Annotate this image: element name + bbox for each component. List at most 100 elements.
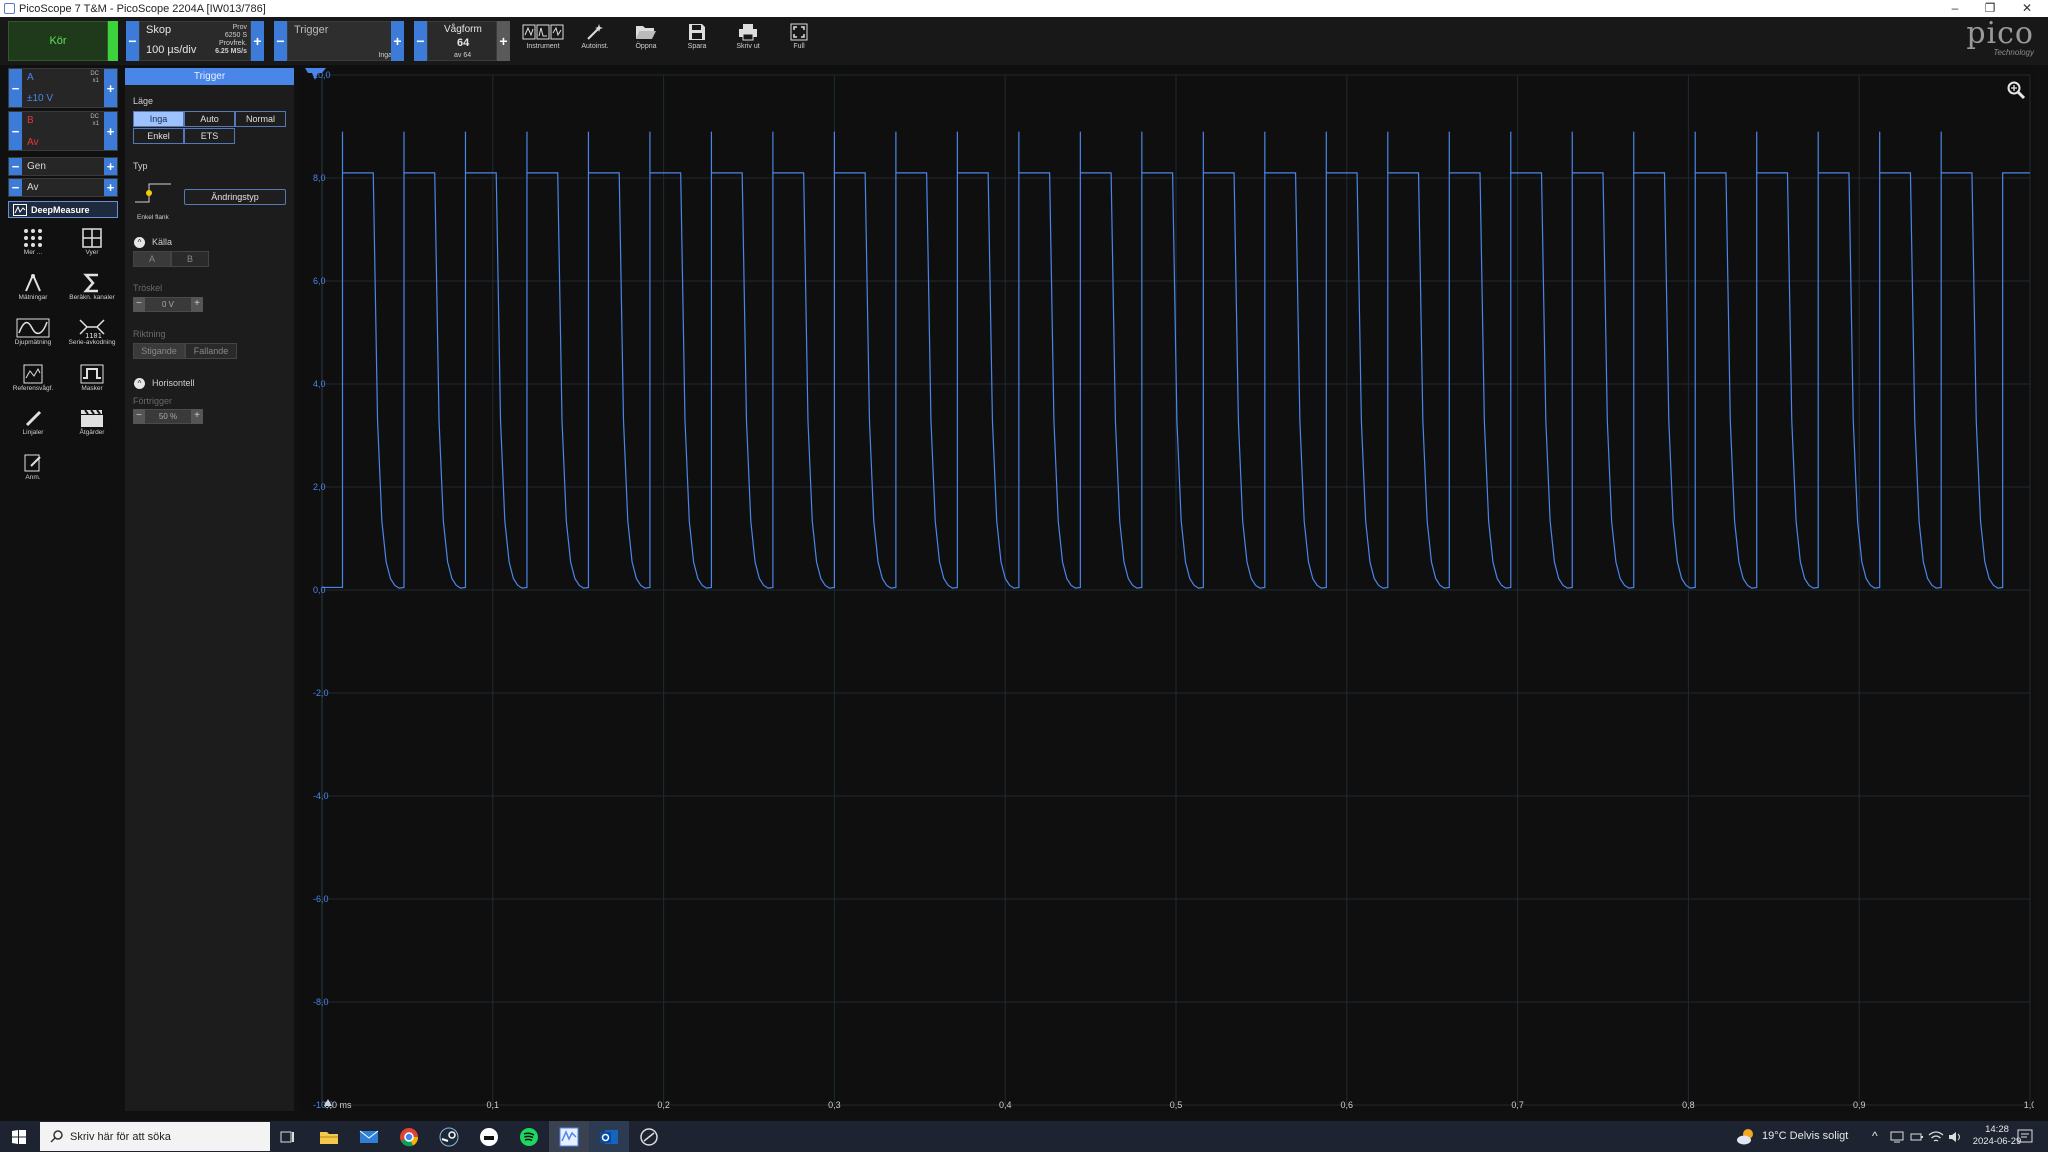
- masks-label: Masker: [81, 385, 103, 392]
- run-button[interactable]: Kör: [8, 21, 108, 61]
- notifications-icon[interactable]: [2016, 1128, 2034, 1146]
- direction-falling-button[interactable]: Fallande: [185, 343, 237, 359]
- channel-a-decrease-button[interactable]: −: [9, 69, 22, 107]
- game-controller-icon[interactable]: [469, 1121, 509, 1152]
- app-icon-extra[interactable]: [629, 1121, 669, 1152]
- mode-none-button[interactable]: Inga: [133, 111, 184, 127]
- steam-icon[interactable]: [429, 1121, 469, 1152]
- generator-increase-button[interactable]: +: [104, 158, 117, 175]
- instrument-label: Instrument: [526, 43, 560, 50]
- picoscope-taskbar-icon[interactable]: [549, 1121, 589, 1152]
- threshold-increase-button[interactable]: +: [191, 297, 203, 312]
- views-tool[interactable]: Vyer: [64, 228, 120, 270]
- weather-text[interactable]: 19°C Delvis soligt: [1762, 1121, 1848, 1152]
- battery-icon[interactable]: [1910, 1131, 1924, 1143]
- channel-a-increase-button[interactable]: +: [104, 69, 117, 107]
- save-tool[interactable]: Spara: [674, 21, 720, 61]
- print-tool[interactable]: Skriv ut: [725, 21, 771, 61]
- open-label: Öppna: [635, 43, 657, 50]
- deep-measure-wave-icon: [16, 318, 50, 338]
- channel-a-coupling: DC: [90, 71, 99, 77]
- x-tick-label: 0,2: [657, 1100, 670, 1110]
- chrome-icon[interactable]: [389, 1121, 429, 1152]
- spotify-icon[interactable]: [509, 1121, 549, 1152]
- weather-icon: [1737, 1129, 1753, 1145]
- masks-tool[interactable]: Masker: [64, 364, 120, 406]
- scope-plot[interactable]: 10,08,06,04,02,00,0-2,0-4,0-6,0-8,0-10,0…: [300, 68, 2034, 1111]
- more-tool[interactable]: Mer ...: [5, 228, 61, 270]
- measurements-tool[interactable]: Mätningar: [5, 273, 61, 315]
- pretrigger-increase-button[interactable]: +: [191, 409, 203, 424]
- scope-view[interactable]: 10,0 8,0 6,0 4,0 2,0 0,0 -2,0 -4,0 -6,0 -8,0 -10,0…: [300, 68, 2034, 1111]
- channel-a-spikes: [341, 131, 1942, 173]
- instrument-tool[interactable]: Instrument: [520, 21, 566, 61]
- mode-heading: Läge: [133, 96, 154, 106]
- network-icon[interactable]: [1890, 1131, 1904, 1143]
- timebase-increase-button[interactable]: +: [251, 21, 264, 61]
- tray-chevron-icon[interactable]: ^: [1872, 1121, 1878, 1152]
- threshold-stepper[interactable]: − 0 V +: [133, 297, 203, 312]
- close-button[interactable]: ✕: [2012, 0, 2042, 17]
- generator-state-control[interactable]: − Av +: [8, 178, 118, 197]
- deepmeasure-button[interactable]: DeepMeasure: [8, 201, 118, 218]
- more-label: Mer ...: [23, 249, 43, 256]
- autosetup-tool[interactable]: Autoinst.: [572, 21, 618, 61]
- channel-a-control[interactable]: − A DC x1 ±10 V +: [8, 68, 118, 108]
- fullscreen-tool[interactable]: Full: [776, 21, 822, 61]
- notes-tool[interactable]: Anm.: [5, 453, 61, 495]
- trigger-decrease-button[interactable]: −: [274, 21, 287, 61]
- wifi-icon[interactable]: [1928, 1130, 1944, 1144]
- mode-auto-button[interactable]: Auto: [184, 111, 235, 127]
- source-a-button[interactable]: A: [133, 251, 171, 267]
- pretrigger-value: 50 %: [158, 412, 178, 421]
- math-channels-tool[interactable]: Beräkn. kanaler: [64, 273, 120, 315]
- generator-decrease-button[interactable]: −: [9, 158, 22, 175]
- trigger-control[interactable]: Trigger Inga: [287, 21, 397, 61]
- svg-text:1101: 1101: [85, 332, 102, 338]
- waveform-control[interactable]: Vågform 64 av 64: [427, 21, 497, 61]
- timebase-control[interactable]: Skop 100 µs/div Prov 6250 S Provfrek. 6.…: [139, 21, 251, 61]
- channel-b-increase-button[interactable]: +: [104, 112, 117, 150]
- threshold-decrease-button[interactable]: −: [133, 297, 145, 312]
- outlook-icon[interactable]: [589, 1121, 629, 1152]
- actions-tool[interactable]: Åtgärder: [64, 408, 120, 450]
- change-type-button[interactable]: Ändringstyp: [184, 189, 286, 205]
- zoom-icon: [2007, 81, 2026, 100]
- mode-ets-button[interactable]: ETS: [184, 128, 235, 144]
- waveform-next-button[interactable]: +: [497, 21, 510, 61]
- y-tick-label: 8,0: [313, 173, 326, 183]
- deep-measure-tool[interactable]: Djupmätning: [5, 318, 61, 360]
- channel-b-control[interactable]: − B DC x1 Av +: [8, 111, 118, 151]
- reference-waveforms-tool[interactable]: Referensvågf.: [5, 364, 61, 406]
- taskbar-search-field[interactable]: Skriv här för att söka: [40, 1122, 270, 1151]
- pretrigger-decrease-button[interactable]: −: [133, 409, 145, 424]
- generator-control[interactable]: − Gen +: [8, 157, 118, 176]
- source-collapse-icon[interactable]: ^: [134, 237, 145, 248]
- source-b-button[interactable]: B: [171, 251, 209, 267]
- open-tool[interactable]: Öppna: [623, 21, 669, 61]
- measurements-caliper-icon: [25, 274, 41, 292]
- windows-start-icon[interactable]: [12, 1130, 26, 1144]
- x-tick-label: 0,8: [1682, 1100, 1695, 1110]
- source-heading: Källa: [152, 237, 173, 247]
- channel-b-decrease-button[interactable]: −: [9, 112, 22, 150]
- trigger-increase-button[interactable]: +: [391, 21, 404, 61]
- minimize-button[interactable]: –: [1940, 0, 1970, 17]
- task-view-icon[interactable]: [268, 1121, 308, 1152]
- file-explorer-icon[interactable]: [309, 1121, 349, 1152]
- generator-state-increase-button[interactable]: +: [104, 179, 117, 196]
- generator-state-decrease-button[interactable]: −: [9, 179, 22, 196]
- restore-button[interactable]: ❐: [1975, 0, 2005, 17]
- pretrigger-stepper[interactable]: − 50 % +: [133, 409, 203, 424]
- mode-single-button[interactable]: Enkel: [133, 128, 184, 144]
- serial-decoding-tool[interactable]: 1101 Serie-avkodning: [64, 318, 120, 360]
- fullscreen-label: Full: [793, 43, 805, 50]
- waveform-previous-button[interactable]: −: [414, 21, 427, 61]
- generator-label: Gen: [27, 161, 46, 172]
- mode-normal-button[interactable]: Normal: [235, 111, 286, 127]
- mail-icon[interactable]: [349, 1121, 389, 1152]
- horizontal-collapse-icon[interactable]: ^: [134, 378, 145, 389]
- rulers-tool[interactable]: Linjaler: [5, 408, 61, 450]
- timebase-decrease-button[interactable]: −: [126, 21, 139, 61]
- direction-rising-button[interactable]: Stigande: [133, 343, 185, 359]
